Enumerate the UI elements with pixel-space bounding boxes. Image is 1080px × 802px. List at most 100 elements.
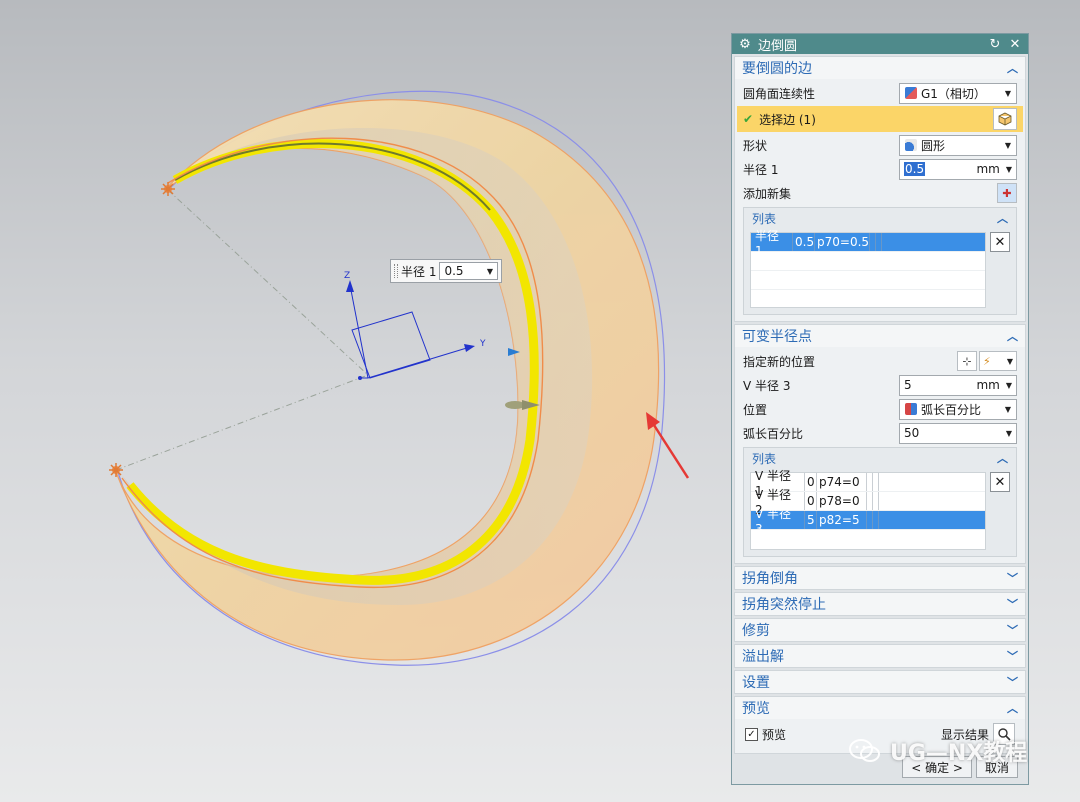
chevron-up-icon: ︿ (997, 212, 1008, 225)
chevron-down-icon: ﹀ (1007, 676, 1018, 689)
wechat-icon (849, 739, 880, 762)
edges-list-table[interactable]: 半径 1 0.5 p70=0.5 (750, 229, 986, 308)
position-label: 位置 (743, 402, 768, 417)
vradius-unit: mm (976, 378, 1000, 392)
radius-unit: mm (976, 162, 1000, 176)
edge-blend-dialog: ⚙ 边倒圆 ↻ ✕ 要倒圆的边 ︿ 圆角面连续性 G1（相切） ▼ ✔ 选择边 … (731, 33, 1029, 785)
gear-icon[interactable]: ⚙ (738, 37, 752, 52)
position-dropdown[interactable]: 弧长百分比 ▼ (899, 398, 1017, 420)
section-settings[interactable]: 设置 ﹀ (734, 670, 1026, 694)
radius-tag-label: 半径 1 (401, 264, 437, 279)
empty-row (751, 271, 985, 290)
arc-percent-icon (905, 403, 917, 415)
variable-list-header[interactable]: 列表 ︿ (744, 448, 1016, 468)
checkmark-icon: ✔ (743, 112, 754, 126)
shape-label: 形状 (743, 138, 768, 153)
continuity-value: G1（相切） (921, 86, 986, 101)
radius-onscreen-tag[interactable]: 半径 1 0.5 ▼ (390, 259, 502, 283)
shape-dropdown[interactable]: 圆形 ▼ (899, 134, 1017, 156)
add-new-set-icon[interactable]: ✚ (997, 183, 1017, 203)
vertex-marker-bottom[interactable] (109, 463, 123, 477)
section-settings-title: 设置 (742, 675, 770, 691)
radius-value: 0.5 (904, 162, 926, 176)
arc-pct-value: 50 (904, 426, 920, 440)
cell-expression: p74=0 (817, 473, 867, 491)
section-corner-setback-title: 拐角倒角 (742, 571, 798, 587)
section-overflow-title: 溢出解 (742, 649, 784, 665)
graphics-viewport[interactable]: Z Y 半径 1 0.5 ▼ (0, 0, 730, 802)
section-preview-title: 预览 (742, 701, 770, 717)
variable-list-panel: 列表 ︿ V 半径 1 0 p74=0 V 半径 2 0 p78=0 V 半径 … (743, 447, 1017, 557)
edges-list-title: 列表 (752, 211, 777, 226)
arc-pct-label: 弧长百分比 (743, 426, 804, 441)
select-edge-row[interactable]: ✔ 选择边 (1) (737, 106, 1023, 132)
radius-input[interactable]: 0.5 mm ▼ (899, 158, 1017, 180)
radius-tag-value: 0.5 (444, 264, 464, 278)
dialog-titlebar: ⚙ 边倒圆 ↻ ✕ (732, 34, 1028, 54)
delete-icon[interactable]: ✕ (990, 232, 1010, 252)
continuity-icon (905, 87, 917, 99)
edges-list-header[interactable]: 列表 ︿ (744, 208, 1016, 228)
inner-band (122, 127, 593, 606)
preview-label: 预览 (762, 727, 787, 742)
cell-value: 0 (805, 492, 817, 510)
cell-value: 5 (805, 511, 817, 529)
drag-handle[interactable] (394, 264, 398, 278)
table-row[interactable]: 半径 1 0.5 p70=0.5 (751, 229, 985, 258)
watermark: UG—NX教程 (848, 735, 1027, 767)
chevron-up-icon: ︿ (1007, 330, 1018, 343)
section-edges: 要倒圆的边 ︿ 圆角面连续性 G1（相切） ▼ ✔ 选择边 (1) 形状 圆形 … (734, 56, 1026, 322)
section-edges-header[interactable]: 要倒圆的边 ︿ (735, 57, 1025, 79)
section-corner-stop[interactable]: 拐角突然停止 ﹀ (734, 592, 1026, 616)
chevron-down-icon: ▼ (1004, 140, 1011, 150)
section-overflow[interactable]: 溢出解 ﹀ (734, 644, 1026, 668)
csys-triad[interactable]: Z Y (344, 271, 486, 380)
chevron-down-icon: ▼ (1004, 404, 1011, 414)
chevron-down-icon: ﹀ (1007, 598, 1018, 611)
radius-label: 半径 1 (743, 162, 779, 177)
chevron-up-icon: ︿ (1007, 702, 1018, 715)
vertex-marker-top[interactable] (161, 182, 175, 196)
cell-value: 0 (805, 473, 817, 491)
section-variable-header[interactable]: 可变半径点 ︿ (735, 325, 1025, 347)
dialog-title: 边倒圆 (758, 38, 798, 54)
reset-icon[interactable]: ↻ (988, 37, 1002, 52)
delete-icon[interactable]: ✕ (990, 472, 1010, 492)
chevron-down-icon: ▼ (1005, 428, 1012, 438)
variable-list-table[interactable]: V 半径 1 0 p74=0 V 半径 2 0 p78=0 V 半径 3 5 p… (750, 469, 986, 550)
table-row[interactable]: V 半径 3 5 p82=5 (751, 507, 985, 536)
chevron-down-icon: ▼ (1006, 356, 1013, 366)
construction-line-bottom (115, 374, 369, 471)
point-type-dropdown[interactable]: ⚡ ▼ (979, 351, 1017, 371)
new-location-label: 指定新的位置 (743, 354, 816, 369)
select-body-cube-icon[interactable] (993, 108, 1017, 130)
chevron-up-icon: ︿ (1007, 62, 1018, 75)
chevron-down-icon: ▼ (1005, 164, 1012, 174)
close-icon[interactable]: ✕ (1008, 37, 1022, 52)
add-set-label: 添加新集 (743, 186, 792, 201)
radius-tag-value-dropdown[interactable]: 0.5 ▼ (439, 262, 498, 280)
section-corner-stop-title: 拐角突然停止 (742, 597, 826, 613)
variable-list-title: 列表 (752, 451, 777, 466)
edges-list-panel: 列表 ︿ 半径 1 0.5 p70=0.5 ✕ (743, 207, 1017, 315)
preview-checkbox[interactable]: ✓ 预览 (745, 726, 786, 743)
chevron-down-icon: ▼ (1004, 88, 1011, 98)
section-corner-setback[interactable]: 拐角倒角 ﹀ (734, 566, 1026, 590)
vradius-input[interactable]: 5 mm ▼ (899, 374, 1017, 396)
cell-expression: p82=5 (817, 511, 867, 529)
continuity-dropdown[interactable]: G1（相切） ▼ (899, 82, 1017, 104)
vradius-value: 5 (904, 378, 912, 392)
model-canvas[interactable]: Z Y (0, 0, 730, 802)
select-edge-label: 选择边 (1) (759, 112, 816, 127)
section-preview-header[interactable]: 预览 ︿ (735, 697, 1025, 719)
arc-pct-input[interactable]: 50 ▼ (899, 422, 1017, 444)
watermark-text: UG—NX教程 (890, 741, 1028, 766)
circular-shape-icon (905, 139, 917, 151)
chevron-down-icon: ▼ (1005, 380, 1012, 390)
chevron-down-icon: ▼ (486, 266, 493, 276)
vradius-label: V 半径 3 (743, 378, 791, 393)
section-trim[interactable]: 修剪 ﹀ (734, 618, 1026, 642)
point-dialog-icon[interactable]: ⊹ (957, 351, 977, 371)
checkbox-checked-icon: ✓ (745, 727, 758, 741)
section-edges-title: 要倒圆的边 (742, 61, 812, 77)
